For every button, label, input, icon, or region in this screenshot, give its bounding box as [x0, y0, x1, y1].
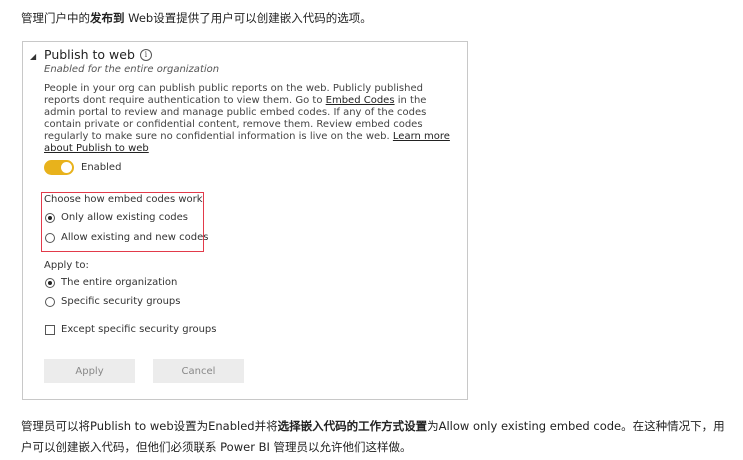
outro-paragraph: 管理员可以将Publish to web设置为Enabled并将选择嵌入代码的工… [21, 416, 726, 458]
info-icon[interactable]: i [139, 48, 152, 61]
except-groups-checkbox-row[interactable]: Except specific security groups [45, 324, 216, 335]
radio-button-unchecked[interactable] [45, 232, 55, 243]
radio-button-unchecked[interactable] [45, 296, 55, 307]
radio-button-checked[interactable] [45, 212, 55, 223]
toggle-knob [61, 162, 72, 173]
radio-allow-existing-and-new[interactable]: Allow existing and new codes [45, 232, 209, 243]
enabled-toggle-switch[interactable] [44, 160, 74, 175]
toggle-label: Enabled [81, 162, 122, 173]
radio-label: The entire organization [61, 277, 178, 288]
setting-status-subtitle: Enabled for the entire organization [44, 64, 220, 75]
intro-text-bold: 发布到 [90, 11, 125, 25]
except-groups-checkbox[interactable] [45, 324, 55, 335]
setting-header: Publish to web i [44, 47, 152, 62]
intro-paragraph: 管理门户中的发布到 Web设置提供了用户可以创建嵌入代码的选项。 [21, 8, 372, 29]
enabled-toggle-row: Enabled [44, 160, 121, 175]
radio-specific-security-groups[interactable]: Specific security groups [45, 296, 180, 307]
intro-text-before: 管理门户中的 [21, 11, 90, 25]
embed-codes-link[interactable]: Embed Codes [326, 95, 395, 106]
publish-to-web-settings-panel: ◢ Publish to web i Enabled for the entir… [22, 41, 468, 400]
setting-description: People in your org can publish public re… [44, 83, 454, 155]
outro-text-bold: 选择嵌入代码的工作方式设置 [277, 419, 428, 433]
apply-to-heading: Apply to: [44, 260, 89, 271]
intro-text-after: Web设置提供了用户可以创建嵌入代码的选项。 [124, 11, 372, 25]
radio-label: Allow existing and new codes [61, 232, 209, 243]
outro-text-1: 管理员可以将Publish to web设置为Enabled并将 [21, 419, 278, 433]
radio-only-allow-existing[interactable]: Only allow existing codes [45, 212, 188, 223]
cancel-button[interactable]: Cancel [153, 359, 244, 383]
radio-entire-organization[interactable]: The entire organization [45, 277, 177, 288]
apply-button[interactable]: Apply [44, 359, 135, 383]
checkbox-label: Except specific security groups [61, 324, 217, 335]
radio-label: Only allow existing codes [61, 212, 189, 223]
radio-label: Specific security groups [61, 296, 181, 307]
radio-button-checked[interactable] [45, 277, 55, 288]
collapse-triangle-icon[interactable]: ◢ [30, 52, 36, 61]
embed-codes-heading: Choose how embed codes work [44, 194, 203, 205]
setting-title: Publish to web [44, 47, 135, 62]
